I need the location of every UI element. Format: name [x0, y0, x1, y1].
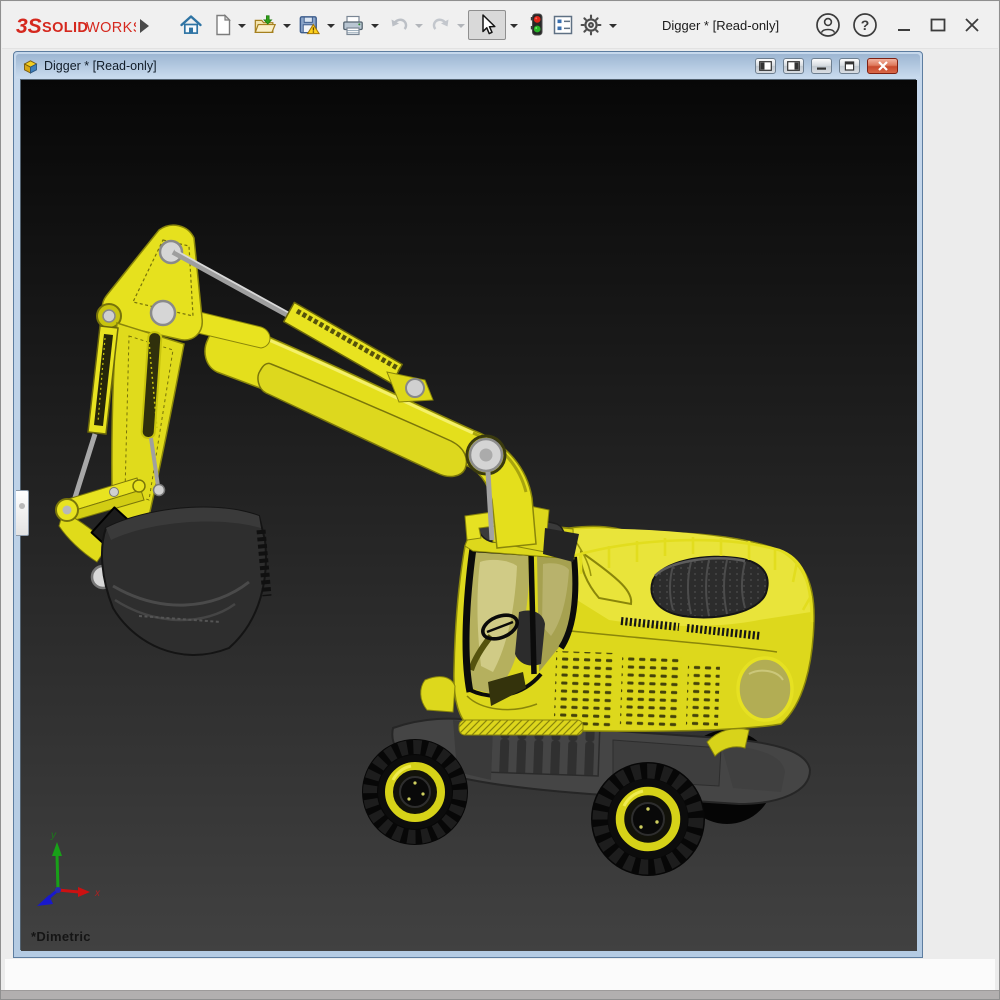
toolbar-flyout-arrow-icon[interactable] [140, 19, 149, 33]
document-titlebar[interactable]: Digger * [Read-only] [16, 54, 920, 78]
home-button[interactable] [178, 12, 204, 38]
options-form-icon [551, 13, 575, 37]
home-icon [179, 13, 203, 37]
minimize-button[interactable] [890, 12, 918, 38]
gear-icon [579, 13, 603, 37]
maximize-button[interactable] [924, 12, 952, 38]
part-document-icon [22, 58, 39, 75]
new-document-dropdown[interactable] [237, 23, 247, 29]
close-icon [963, 16, 981, 34]
open-button[interactable] [252, 12, 278, 38]
pane-left-icon [759, 61, 772, 71]
engine-cover [651, 557, 767, 618]
print-button[interactable] [340, 12, 366, 38]
undo-dropdown[interactable] [414, 23, 424, 29]
print-dropdown[interactable] [370, 23, 380, 29]
select-tool-button[interactable] [468, 10, 506, 40]
settings-button[interactable] [578, 12, 604, 38]
redo-button[interactable] [428, 12, 454, 38]
undo-icon [387, 13, 411, 37]
statusbar-area [5, 959, 995, 990]
select-cursor-icon [475, 12, 499, 38]
save-dropdown[interactable] [326, 23, 336, 29]
rebuild-button[interactable] [524, 12, 550, 38]
save-button[interactable] [296, 12, 322, 38]
logo-solid-text: SOLID [42, 20, 88, 36]
doc-close-button[interactable] [867, 58, 898, 74]
logo-works-text: WORKS [86, 20, 136, 36]
triad-x-label: x [94, 888, 101, 899]
help-button[interactable]: ? [851, 12, 879, 38]
settings-dropdown[interactable] [608, 23, 618, 29]
solidworks-logo[interactable]: 3S SOLID WORKS [16, 11, 136, 41]
undo-button[interactable] [386, 12, 412, 38]
save-icon [297, 13, 321, 37]
triad-y-label: y [50, 830, 57, 841]
open-dropdown[interactable] [282, 23, 292, 29]
redo-dropdown[interactable] [456, 23, 466, 29]
view-orientation-label: *Dimetric [31, 929, 91, 944]
help-icon: ? [852, 12, 878, 38]
window-bottom-frame [1, 990, 999, 1000]
side-step [459, 720, 583, 735]
svg-text:?: ? [861, 17, 870, 33]
logo-3s-glyph: 3S [16, 15, 42, 38]
doc-close-icon [877, 61, 889, 71]
front-fender [421, 677, 455, 712]
document-window: Digger * [Read-only] [13, 51, 923, 958]
traffic-light-icon [525, 12, 549, 38]
excavator-model[interactable]: x y [21, 80, 917, 951]
doc-minimize-icon [815, 61, 828, 71]
document-title: Digger * [Read-only] [44, 59, 157, 73]
doc-minimize-button[interactable] [811, 58, 832, 74]
close-button[interactable] [958, 12, 986, 38]
wheel-rear-left [591, 762, 705, 876]
account-button[interactable] [814, 12, 842, 38]
account-icon [815, 12, 841, 38]
solidworks-application-window: 3S SOLID WORKS [0, 0, 1000, 1000]
feature-pane-collapse-tab[interactable] [16, 490, 29, 536]
maximize-icon [929, 17, 947, 33]
doc-restore-button[interactable] [839, 58, 860, 74]
wheel-front-left [362, 739, 468, 845]
graphics-viewport[interactable]: x y *Dimetric [20, 79, 916, 950]
window-title: Digger * [Read-only] [662, 18, 779, 33]
new-document-button[interactable] [210, 12, 236, 38]
pane-left-button[interactable] [755, 58, 776, 74]
options-form-button[interactable] [550, 12, 576, 38]
new-document-icon [211, 13, 235, 37]
pane-right-button[interactable] [783, 58, 804, 74]
print-icon [341, 13, 365, 37]
doc-restore-icon [843, 61, 856, 71]
select-tool-dropdown[interactable] [509, 23, 519, 29]
rear-quarter-window [738, 658, 792, 720]
main-toolbar: 3S SOLID WORKS [2, 2, 998, 49]
collapse-tab-dot [19, 503, 25, 509]
open-icon [253, 13, 277, 37]
pane-right-icon [787, 61, 800, 71]
minimize-icon [896, 17, 912, 33]
redo-icon [429, 13, 453, 37]
